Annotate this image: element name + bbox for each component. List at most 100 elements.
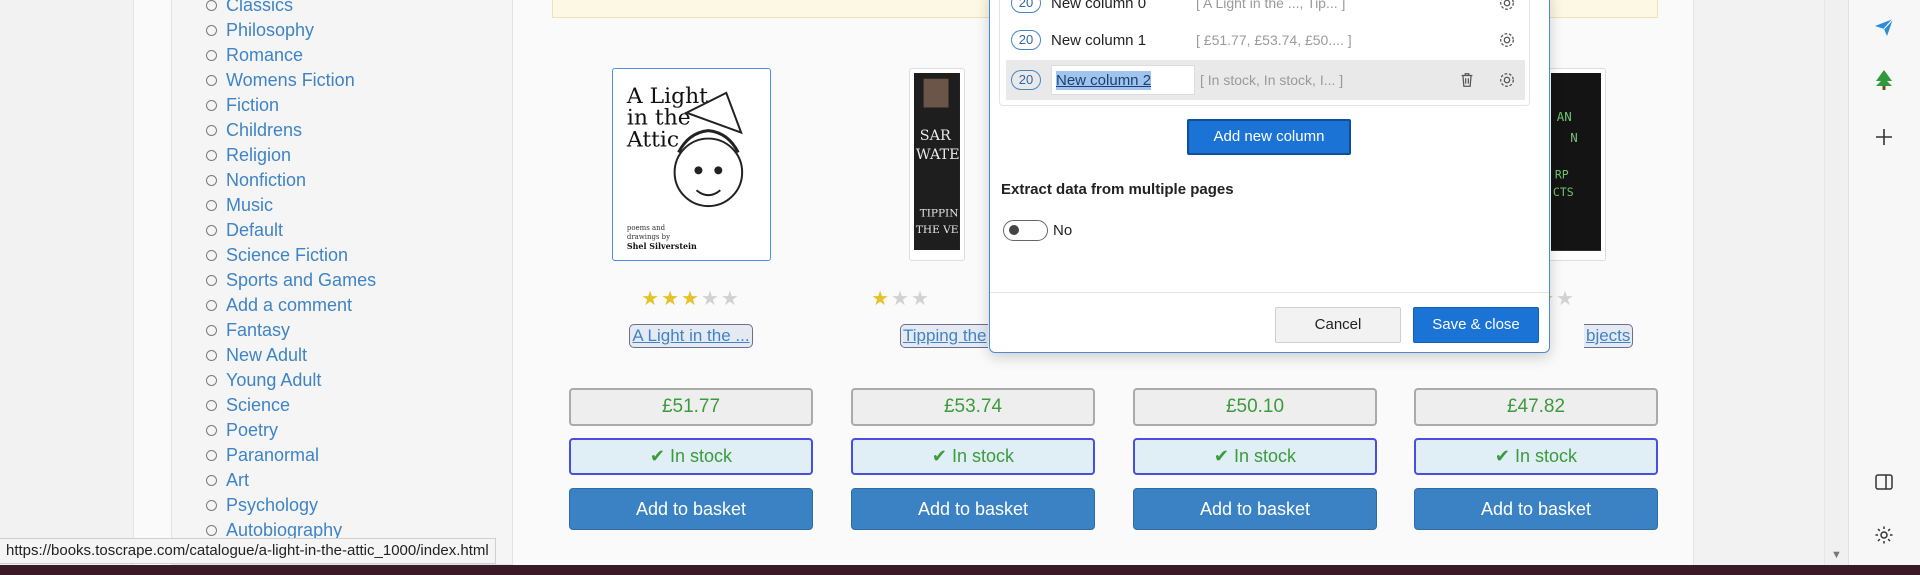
add-to-basket-button[interactable]: Add to basket [851,488,1095,530]
star-rating: ★★★ [841,286,961,311]
category-link[interactable]: Music [226,193,273,218]
star-icon: ★ [891,288,911,310]
product-card: A Light in the Attic poems and drawings … [569,0,813,565]
column-settings-gear-icon[interactable] [1495,28,1519,52]
column-name[interactable]: New column 0 [1051,0,1191,12]
svg-text:N: N [1570,130,1578,145]
category-item[interactable]: Childrens [206,118,376,143]
split-view-icon[interactable] [1870,468,1898,496]
book-title-link[interactable]: bjects [1584,324,1634,348]
category-link[interactable]: Classics [226,0,293,18]
category-item[interactable]: Science Fiction [206,243,376,268]
column-name-input[interactable]: New column 2 [1051,65,1195,95]
price: £50.10 [1133,388,1377,426]
star-rating: ★★★★★ [569,286,813,311]
category-link[interactable]: Science Fiction [226,243,348,268]
column-settings-gear-icon[interactable] [1495,0,1519,15]
add-new-column-button[interactable]: Add new column [1187,119,1351,155]
category-link[interactable]: Science [226,393,290,418]
category-item[interactable]: Fantasy [206,318,376,343]
stock-status: ✔ In stock [569,438,813,475]
category-link[interactable]: New Adult [226,343,307,368]
category-link[interactable]: Childrens [226,118,302,143]
category-item[interactable]: Poetry [206,418,376,443]
scrollbar[interactable] [1824,0,1848,565]
category-link[interactable]: Fiction [226,93,279,118]
save-and-close-button[interactable]: Save & close [1413,307,1539,343]
star-icon: ★ [641,288,662,310]
category-link[interactable]: Poetry [226,418,278,443]
send-icon[interactable] [1870,13,1898,41]
price: £53.74 [851,388,1095,426]
book-title-link[interactable]: A Light in the ... [629,324,753,348]
svg-text:RP: RP [1555,168,1569,182]
book-cover[interactable]: A Light in the Attic poems and drawings … [612,68,771,261]
category-item[interactable]: Default [206,218,376,243]
category-item[interactable]: Science [206,393,376,418]
cancel-button[interactable]: Cancel [1275,307,1401,343]
category-link[interactable]: Romance [226,43,303,68]
column-count-badge: 20 [1011,0,1041,13]
category-item[interactable]: Sports and Games [206,268,376,293]
tree-icon[interactable] [1870,66,1898,94]
book-title[interactable]: A Light in the ... [569,324,813,348]
category-item[interactable]: Music [206,193,376,218]
category-item[interactable]: New Adult [206,343,376,368]
multiple-pages-label: Extract data from multiple pages [1001,181,1234,198]
scroll-down-arrow-icon[interactable]: ▼ [1831,549,1842,561]
svg-text:TIPPIN: TIPPIN [920,208,959,220]
category-link[interactable]: Womens Fiction [226,68,355,93]
category-link[interactable]: Fantasy [226,318,290,343]
bullet-icon [206,375,217,386]
bullet-icon [206,25,217,36]
svg-text:Shel Silverstein: Shel Silverstein [627,242,697,251]
column-preview: [ In stock, In stock, I... ] [1200,72,1344,88]
check-icon: ✔ [931,446,948,466]
delete-column-trash-icon[interactable] [1455,68,1479,92]
category-item[interactable]: Romance [206,43,376,68]
book-title[interactable]: Tipping the [900,324,990,348]
category-item[interactable]: Fiction [206,93,376,118]
add-to-basket-button[interactable]: Add to basket [1133,488,1377,530]
category-link[interactable]: Nonfiction [226,168,306,193]
book-title-link[interactable]: Tipping the [900,324,989,348]
settings-icon[interactable] [1870,521,1898,549]
book-cover[interactable]: SAR WATE TIPPIN THE VE [909,68,965,261]
column-row-active[interactable]: 20 New column 2 [ In stock, In stock, I.… [1006,60,1525,100]
category-item[interactable]: Add a comment [206,293,376,318]
category-link[interactable]: Paranormal [226,443,319,468]
category-link[interactable]: Sports and Games [226,268,376,293]
category-item[interactable]: Psychology [206,493,376,518]
category-link[interactable]: Art [226,468,249,493]
category-link[interactable]: Young Adult [226,368,321,393]
category-item[interactable]: Philosophy [206,18,376,43]
category-item[interactable]: Nonfiction [206,168,376,193]
category-link[interactable]: Add a comment [226,293,352,318]
category-link[interactable]: Default [226,218,283,243]
category-item[interactable]: Classics [206,0,376,18]
book-cover[interactable]: AN N RP CTS [1546,68,1606,261]
price: £47.82 [1414,388,1658,426]
toggle-value: No [1053,222,1073,239]
category-item[interactable]: Religion [206,143,376,168]
column-name[interactable]: New column 1 [1051,32,1191,49]
add-to-basket-button[interactable]: Add to basket [569,488,813,530]
category-item[interactable]: Young Adult [206,368,376,393]
column-settings-gear-icon[interactable] [1495,68,1519,92]
category-link[interactable]: Psychology [226,493,318,518]
plus-icon[interactable] [1870,123,1898,151]
category-item[interactable]: Art [206,468,376,493]
stock-text: In stock [952,446,1015,466]
category-link[interactable]: Religion [226,143,291,168]
add-to-basket-button[interactable]: Add to basket [1414,488,1658,530]
svg-text:THE VE: THE VE [916,224,958,236]
column-name-selected-text[interactable]: New column 2 [1056,70,1152,90]
category-link[interactable]: Philosophy [226,18,314,43]
category-item[interactable]: Paranormal [206,443,376,468]
stock-text: In stock [1234,446,1297,466]
multiple-pages-toggle[interactable] [1003,220,1048,241]
book-title[interactable]: bjects [1584,324,1656,348]
category-item[interactable]: Womens Fiction [206,68,376,93]
stock-text: In stock [670,446,733,466]
column-row[interactable]: 20 New column 1 [ £51.77, £53.74, £50...… [1006,20,1525,60]
